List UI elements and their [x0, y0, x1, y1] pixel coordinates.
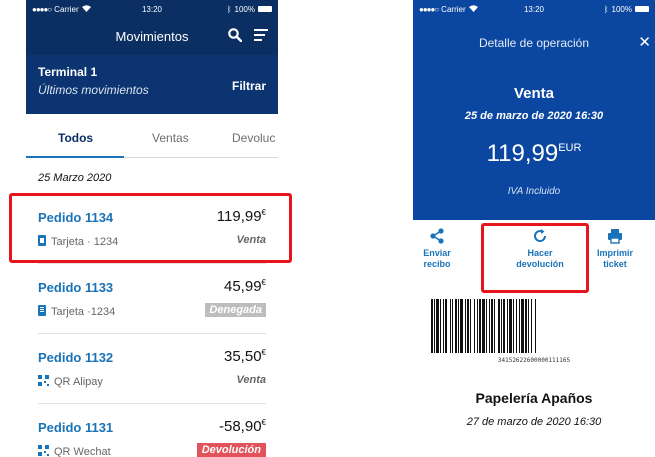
table-row[interactable]: Pedido 1134 119,99€ Tarjeta · 1234 Venta — [38, 194, 266, 264]
detail-header: ●●●●○ Carrier 13:20 ᛒ 100% Detalle de op… — [413, 0, 655, 220]
filter-menu-icon[interactable] — [254, 29, 268, 44]
battery-icon — [258, 6, 272, 12]
signal-icon: ●●●●○ — [419, 4, 439, 14]
barcode-bar — [536, 299, 537, 353]
make-return-button[interactable]: Hacer devolución — [503, 228, 577, 270]
tax-note: IVA Incluido — [507, 186, 561, 197]
operation-amount: 119,99EUR — [486, 140, 582, 167]
send-receipt-button[interactable]: Enviar recibo — [419, 228, 455, 270]
share-icon — [419, 228, 455, 244]
barcode-number: 34152622600000111165 — [497, 357, 571, 364]
status-bar: ●●●●○ Carrier 13:20 ᛒ 100% — [26, 0, 278, 18]
operation-detail-screen: ●●●●○ Carrier 13:20 ᛒ 100% Detalle de op… — [413, 0, 655, 457]
qr-icon — [38, 445, 49, 457]
active-tab-indicator — [26, 156, 124, 158]
signal-icon: ●●●●○ — [32, 4, 52, 14]
status-badge: Devolución — [196, 443, 266, 457]
wifi-icon — [468, 4, 478, 14]
bluetooth-icon: ᛒ — [226, 4, 232, 14]
search-icon[interactable] — [228, 28, 243, 45]
order-number: Pedido 1132 — [38, 350, 114, 365]
operation-type: Venta — [513, 85, 555, 102]
tab-returns[interactable]: Devoluc — [232, 114, 275, 145]
shop-name: Papelería Apaños — [475, 390, 593, 406]
payment-method: QR Alipay — [38, 375, 103, 389]
filter-button[interactable]: Filtrar — [232, 79, 266, 93]
order-amount: 119,99€ — [216, 208, 266, 225]
close-icon[interactable]: ✕ — [638, 33, 651, 51]
printer-icon — [593, 228, 637, 244]
battery-label: 100% — [234, 4, 255, 14]
order-amount: -58,90€ — [219, 418, 266, 435]
status-badge: Denegada — [205, 303, 266, 317]
left-header: ●●●●○ Carrier 13:20 ᛒ 100% Movimientos — [26, 0, 278, 55]
order-number: Pedido 1133 — [38, 280, 114, 295]
order-number: Pedido 1131 — [38, 420, 114, 435]
order-amount: 35,50€ — [224, 348, 266, 365]
battery-icon — [635, 6, 649, 12]
terminal-subheader: Terminal 1 Últimos movimientos Filtrar — [26, 55, 278, 114]
card-icon — [38, 235, 46, 249]
operation-date: 25 de marzo de 2020 16:30 — [464, 110, 604, 122]
barcode-image — [431, 299, 631, 353]
order-amount: 45,99€ — [224, 278, 266, 295]
card-icon — [38, 305, 46, 319]
wifi-icon — [81, 4, 91, 14]
order-number: Pedido 1134 — [38, 210, 114, 225]
status-bar: ●●●●○ Carrier 13:20 ᛒ 100% — [413, 0, 655, 18]
shop-date: 27 de marzo de 2020 16:30 — [466, 416, 602, 428]
payment-method: QR Wechat — [38, 445, 111, 457]
carrier-label: Carrier — [441, 4, 466, 14]
page-title: Movimientos — [115, 29, 189, 44]
payment-method: Tarjeta ·1234 — [38, 305, 115, 319]
tab-sales[interactable]: Ventas — [152, 114, 189, 145]
navbar: Movimientos — [26, 18, 278, 55]
carrier-label: Carrier — [54, 4, 79, 14]
bluetooth-icon: ᛒ — [603, 4, 609, 14]
qr-icon — [38, 375, 49, 389]
date-group-header: 25 Marzo 2020 — [38, 158, 266, 194]
status-badge: Venta — [236, 234, 266, 246]
terminal-name: Terminal 1 — [38, 65, 98, 79]
payment-method: Tarjeta · 1234 — [38, 235, 118, 249]
action-bar: Enviar recibo Hacer devolución Imprimir … — [413, 228, 655, 288]
tab-bar: Todos Ventas Devoluc — [26, 114, 278, 158]
page-title: Detalle de operación — [478, 36, 590, 50]
tab-all[interactable]: Todos — [58, 114, 93, 145]
movements-list: 25 Marzo 2020 Pedido 1134 119,99€ Tarjet… — [26, 158, 278, 457]
movements-screen: ●●●●○ Carrier 13:20 ᛒ 100% Movimientos T… — [26, 0, 278, 457]
battery-label: 100% — [611, 4, 632, 14]
table-row[interactable]: Pedido 1132 35,50€ QR Alipay Venta — [38, 334, 266, 404]
refresh-icon — [503, 228, 577, 244]
print-ticket-button[interactable]: Imprimir ticket — [593, 228, 637, 270]
table-row[interactable]: Pedido 1131 -58,90€ QR Wechat Devolución — [38, 404, 266, 457]
status-badge: Venta — [236, 374, 266, 386]
table-row[interactable]: Pedido 1133 45,99€ Tarjeta ·1234 Denegad… — [38, 264, 266, 334]
